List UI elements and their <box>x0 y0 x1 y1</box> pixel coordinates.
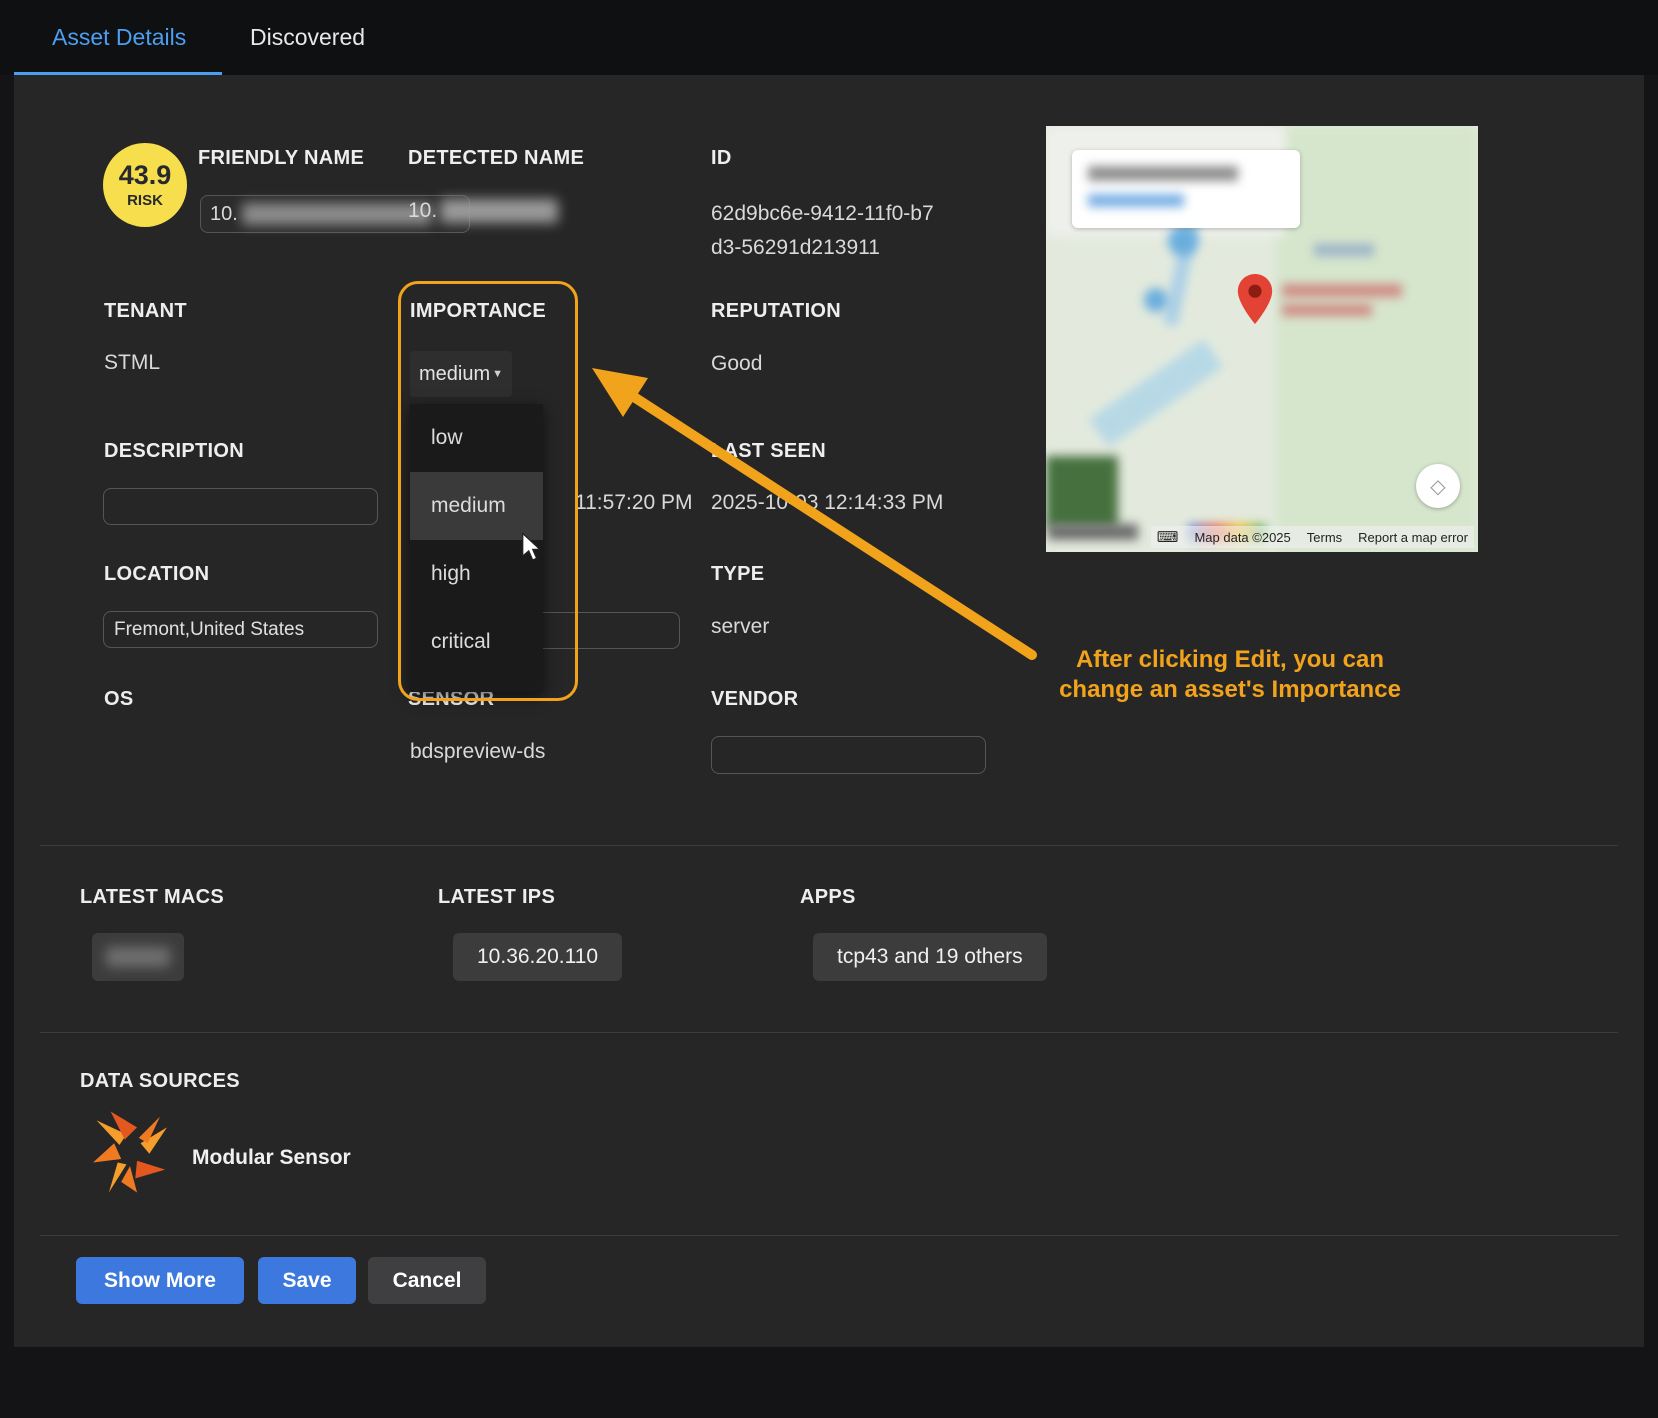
map-control-icon[interactable]: ◇ <box>1416 464 1460 508</box>
importance-option-high[interactable]: high <box>410 540 543 608</box>
os-label: OS <box>104 688 134 711</box>
tab-bar: Asset Details Discovered <box>0 0 1658 75</box>
detected-name-redacted <box>440 199 558 223</box>
annotation-line1: After clicking Edit, you can <box>1020 645 1440 675</box>
map-river <box>1089 339 1223 447</box>
show-more-button[interactable]: Show More <box>76 1257 244 1304</box>
apps-chip[interactable]: tcp43 and 19 others <box>813 933 1047 981</box>
map-label-redacted <box>1048 524 1138 540</box>
modular-sensor-icon <box>86 1106 174 1198</box>
detected-name-prefix: 10. <box>408 199 437 223</box>
vendor-input[interactable] <box>711 736 986 774</box>
importance-selected-value: medium <box>419 363 490 386</box>
importance-option-medium[interactable]: medium <box>410 472 543 540</box>
annotation-line2: change an asset's Importance <box>1020 675 1440 705</box>
reputation-label: REPUTATION <box>711 300 841 323</box>
latest-mac-chip[interactable] <box>92 933 184 981</box>
importance-label: IMPORTANCE <box>410 300 546 323</box>
section-divider <box>40 1235 1618 1236</box>
friendly-name-prefix: 10. <box>210 203 238 226</box>
map-marker-blue <box>1168 226 1198 256</box>
map-pin-label-redacted <box>1282 304 1372 316</box>
importance-dropdown: low medium high critical <box>410 404 543 692</box>
map-attribution-text: Map data ©2025 <box>1194 530 1290 545</box>
friendly-name-redacted <box>242 203 432 225</box>
chevron-down-icon: ▼ <box>492 368 503 380</box>
risk-score-label: RISK <box>127 192 163 209</box>
risk-score-badge: 43.9 RISK <box>103 143 187 227</box>
cancel-button[interactable]: Cancel <box>368 1257 486 1304</box>
map-infocard-link-redacted <box>1088 194 1184 207</box>
apps-value: tcp43 and 19 others <box>837 945 1023 969</box>
asset-details-page: Asset Details Discovered 43.9 RISK FRIEN… <box>0 0 1658 1418</box>
map-road <box>1314 244 1374 256</box>
apps-label: APPS <box>800 886 856 909</box>
risk-score-value: 43.9 <box>119 162 172 189</box>
location-value: Fremont,United States <box>114 619 304 641</box>
vendor-label: VENDOR <box>711 688 798 711</box>
description-input[interactable] <box>103 488 378 525</box>
last-seen-label: LAST SEEN <box>711 440 826 463</box>
map-pin-icon <box>1236 274 1274 324</box>
tenant-label: TENANT <box>104 300 187 323</box>
detected-name-label: DETECTED NAME <box>408 147 584 170</box>
first-seen-value-partial: 11:57:20 PM <box>575 491 693 515</box>
save-button[interactable]: Save <box>258 1257 356 1304</box>
map-infocard-title-redacted <box>1088 166 1238 181</box>
map-terms-link[interactable]: Terms <box>1307 530 1342 545</box>
keyboard-icon: ⌨ <box>1157 528 1179 546</box>
location-input[interactable]: Fremont,United States <box>103 611 378 648</box>
importance-option-low[interactable]: low <box>410 404 543 472</box>
type-label: TYPE <box>711 563 764 586</box>
location-label: LOCATION <box>104 563 209 586</box>
map-pin-label-redacted <box>1282 284 1402 297</box>
sensor-value: bdspreview-ds <box>410 740 545 764</box>
tenant-value: STML <box>104 351 160 375</box>
latest-ips-label: LATEST IPS <box>438 886 555 909</box>
mac-redacted <box>106 947 170 967</box>
section-divider <box>40 1032 1618 1033</box>
latest-macs-label: LATEST MACS <box>80 886 224 909</box>
description-label: DESCRIPTION <box>104 440 244 463</box>
last-seen-value: 2025-10-03 12:14:33 PM <box>711 491 943 515</box>
annotation-text: After clicking Edit, you can change an a… <box>1020 645 1440 705</box>
detected-name-value: 10. <box>408 199 558 223</box>
friendly-name-label: FRIENDLY NAME <box>198 147 364 170</box>
tab-asset-details[interactable]: Asset Details <box>52 0 186 75</box>
map-report-link[interactable]: Report a map error <box>1358 530 1468 545</box>
id-value-line1: 62d9bc6e-9412-11f0-b7 <box>711 197 934 231</box>
location-map[interactable]: ◇ ⌨ Map data ©2025 Terms Report a map er… <box>1046 126 1478 552</box>
tab-discovered[interactable]: Discovered <box>250 0 365 75</box>
data-source-name: Modular Sensor <box>192 1146 351 1170</box>
importance-option-critical[interactable]: critical <box>410 608 543 676</box>
map-infocard <box>1072 150 1300 228</box>
id-value: 62d9bc6e-9412-11f0-b7 d3-56291d213911 <box>711 197 934 265</box>
map-marker-blue <box>1144 288 1168 312</box>
type-value: server <box>711 615 769 639</box>
section-divider <box>40 845 1618 846</box>
latest-ip-value: 10.36.20.110 <box>477 945 598 969</box>
data-sources-label: DATA SOURCES <box>80 1070 240 1093</box>
map-attribution: ⌨ Map data ©2025 Terms Report a map erro… <box>1151 526 1474 548</box>
id-label: ID <box>711 147 732 170</box>
id-value-line2: d3-56291d213911 <box>711 231 934 265</box>
map-control-glyph: ◇ <box>1430 474 1445 499</box>
importance-select[interactable]: medium ▼ <box>410 351 512 397</box>
reputation-value: Good <box>711 352 762 376</box>
map-park <box>1046 456 1118 528</box>
latest-ip-chip[interactable]: 10.36.20.110 <box>453 933 622 981</box>
